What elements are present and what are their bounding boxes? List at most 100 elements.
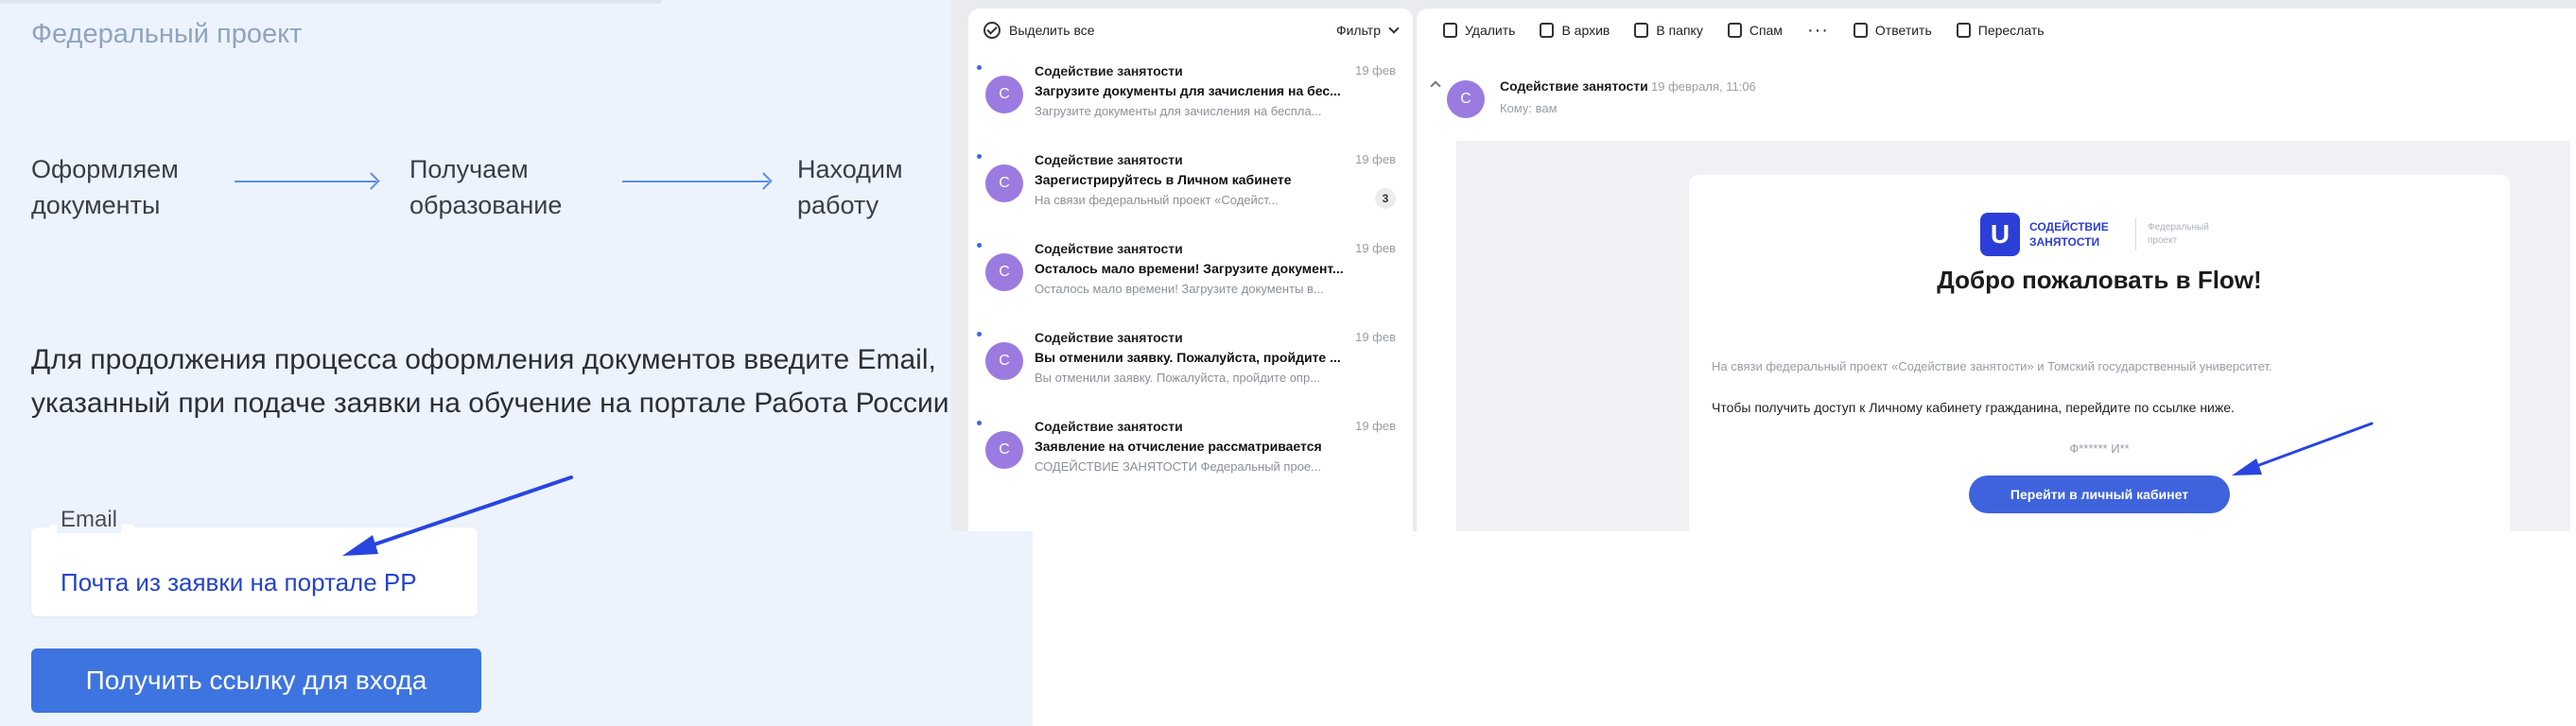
brand-logo-icon: U <box>1980 213 2020 256</box>
message-recipient: Кому: вам <box>1500 101 1558 115</box>
more-actions-icon[interactable]: ··· <box>1807 21 1829 40</box>
mail-subject: Вы отменили заявку. Пожалуйста, пройдите… <box>1035 350 1341 365</box>
mail-preview: На связи федеральный проект «Содейст... <box>1035 193 1279 207</box>
mail-list: Выделить все Фильтр С Содействие занятос… <box>968 9 1413 531</box>
mail-list-item[interactable]: С Содействие занятости 19 фев Зарегистри… <box>968 141 1413 230</box>
avatar: С <box>985 164 1023 202</box>
avatar: С <box>985 253 1023 291</box>
page-subtitle: Федеральный проект <box>31 19 303 49</box>
reply-button[interactable]: Ответить <box>1853 23 1932 38</box>
reply-icon <box>1853 23 1868 38</box>
filter-label: Фильтр <box>1335 23 1381 38</box>
brand-header: U СОДЕЙСТВИЕ ЗАНЯТОСТИ Федеральный проек… <box>1980 213 2223 256</box>
instruction-text: Для продолжения процесса оформления доку… <box>31 344 949 419</box>
forward-label: Переслать <box>1977 23 2045 38</box>
step-education: Получаем образование <box>409 151 562 223</box>
forward-icon <box>1956 23 1971 38</box>
step-label-line2: работу <box>797 191 879 219</box>
message-body: U СОДЕЙСТВИЕ ЗАНЯТОСТИ Федеральный проек… <box>1456 141 2570 531</box>
step-arrow-icon <box>235 181 376 182</box>
mail-list-item[interactable]: С Содействие занятости 19 фев Заявление … <box>968 407 1413 496</box>
mail-sender: Содействие занятости <box>1035 241 1183 256</box>
message-header: С Содействие занятости 19 февраля, 11:06… <box>1417 65 2576 131</box>
mail-date: 19 фев <box>1355 152 1396 166</box>
mail-preview: Осталось мало времени! Загрузите докумен… <box>1035 282 1324 296</box>
mail-list-item[interactable]: С Содействие занятости 19 фев Загрузите … <box>968 52 1413 141</box>
archive-label: В архив <box>1561 23 1610 38</box>
forward-button[interactable]: Переслать <box>1956 23 2045 38</box>
avatar: С <box>985 431 1023 469</box>
get-login-link-button[interactable]: Получить ссылку для входа <box>31 648 481 713</box>
step-label-line2: образование <box>409 191 563 219</box>
brand-subtitle: Федеральный проект <box>2148 222 2209 246</box>
go-to-cabinet-button[interactable]: Перейти в личный кабинет <box>1969 475 2230 513</box>
welcome-heading: Добро пожаловать в Flow! <box>1937 266 2262 294</box>
step-label-line2: документы <box>31 191 161 219</box>
delete-label: Удалить <box>1465 23 1516 38</box>
delete-button[interactable]: Удалить <box>1443 23 1515 38</box>
step-job: Находим работу <box>797 151 903 223</box>
email-field-label: Email <box>57 507 122 533</box>
unread-indicator <box>977 243 982 248</box>
mail-date: 19 фев <box>1355 330 1396 344</box>
message-toolbar: Удалить В архив В папку Спам ··· Ответит… <box>1417 9 2576 52</box>
mail-sender: Содействие занятости <box>1035 419 1183 434</box>
mail-date: 19 фев <box>1355 63 1396 78</box>
spam-icon <box>1727 23 1742 38</box>
step-documents: Оформляем документы <box>31 151 179 223</box>
mail-subject: Заявление на отчисление рассматривается <box>1035 439 1322 454</box>
mail-subject: Загрузите документы для зачисления на бе… <box>1035 83 1341 98</box>
spam-button[interactable]: Спам <box>1727 23 1783 38</box>
select-all-icon[interactable] <box>983 22 1001 39</box>
archive-icon <box>1540 23 1555 38</box>
masked-name: Ф****** И** <box>2069 441 2130 456</box>
list-toolbar: Выделить все Фильтр <box>968 9 1413 52</box>
mail-date: 19 фев <box>1355 419 1396 433</box>
avatar: С <box>985 76 1023 113</box>
mail-preview: Загрузите документы для зачисления на бе… <box>1035 104 1322 118</box>
message-instruction: Чтобы получить доступ к Личному кабинету… <box>1712 400 2235 415</box>
step-label-line1: Оформляем <box>31 155 179 183</box>
mail-subject: Осталось мало времени! Загрузите докумен… <box>1035 261 1344 276</box>
mail-sender: Содействие занятости <box>1035 330 1183 345</box>
mail-client-screenshot: Выделить все Фильтр С Содействие занятос… <box>951 0 2576 531</box>
brand-name: СОДЕЙСТВИЕ ЗАНЯТОСТИ <box>2029 220 2109 249</box>
move-to-folder-button[interactable]: В папку <box>1634 23 1703 38</box>
mail-list-item[interactable]: С Содействие занятости 19 фев Осталось м… <box>968 230 1413 319</box>
process-steps: Оформляем документы Получаем образование… <box>31 151 1015 227</box>
spam-label: Спам <box>1749 23 1783 38</box>
chevron-down-icon <box>1388 23 1400 34</box>
reply-label: Ответить <box>1874 23 1932 38</box>
unread-indicator <box>977 65 982 70</box>
collapse-icon[interactable] <box>1430 80 1441 92</box>
email-field[interactable]: Email Почта из заявки на портале РР <box>31 507 478 616</box>
email-card: U СОДЕЙСТВИЕ ЗАНЯТОСТИ Федеральный проек… <box>1689 175 2510 531</box>
avatar: С <box>985 342 1023 380</box>
unread-indicator <box>977 421 982 425</box>
brand-divider <box>2135 218 2136 251</box>
avatar: С <box>1447 80 1485 118</box>
message-sender[interactable]: Содействие занятости <box>1500 78 1648 94</box>
mail-sender: Содействие занятости <box>1035 152 1183 167</box>
thread-count-badge: 3 <box>1375 188 1396 209</box>
mail-preview: СОДЕЙСТВИЕ ЗАНЯТОСТИ Федеральный прое... <box>1035 459 1321 474</box>
select-all-button[interactable]: Выделить все <box>1009 23 1095 38</box>
mail-preview: Вы отменили заявку. Пожалуйста, пройдите… <box>1035 371 1321 385</box>
mail-subject: Зарегистрируйтесь в Личном кабинете <box>1035 172 1292 187</box>
trash-icon <box>1443 23 1457 38</box>
filter-dropdown[interactable]: Фильтр <box>1335 23 1400 38</box>
message-view: Удалить В архив В папку Спам ··· Ответит… <box>1417 9 2576 531</box>
unread-indicator <box>977 332 982 337</box>
folder-icon <box>1634 23 1649 38</box>
registration-panel: Федеральный проект Оформляем документы П… <box>0 0 1033 726</box>
mail-list-item[interactable]: С Содействие занятости 19 фев Вы отменил… <box>968 319 1413 407</box>
step-arrow-icon <box>622 181 769 182</box>
archive-button[interactable]: В архив <box>1540 23 1610 38</box>
mail-sender: Содействие занятости <box>1035 63 1183 78</box>
email-field-value[interactable]: Почта из заявки на портале РР <box>61 568 417 597</box>
mail-date: 19 фев <box>1355 241 1396 255</box>
step-label-line1: Получаем <box>409 155 529 183</box>
unread-indicator <box>977 154 982 159</box>
message-datetime: 19 февраля, 11:06 <box>1651 79 1756 94</box>
move-label: В папку <box>1656 23 1703 38</box>
